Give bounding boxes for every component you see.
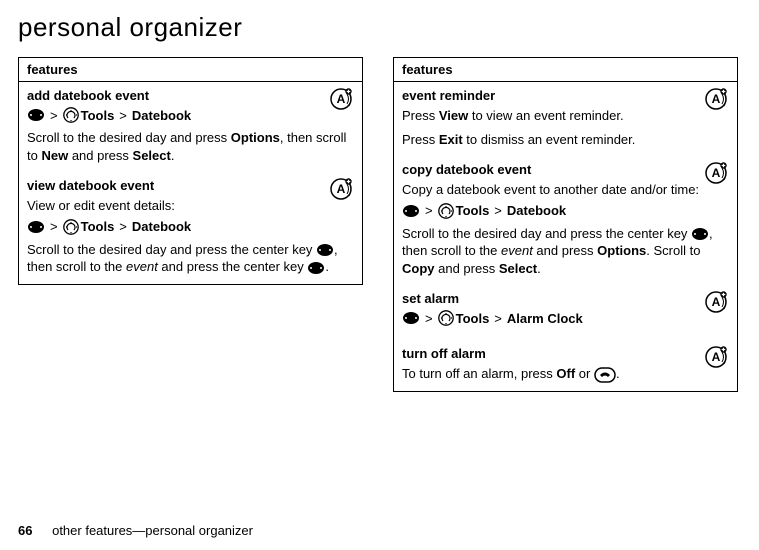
end-key-icon — [594, 367, 616, 383]
path-separator: > — [50, 108, 58, 123]
path-datebook: Datebook — [507, 203, 566, 218]
row-description: Scroll to the desired day and press the … — [402, 225, 729, 278]
features-table-left: features add datebook event > Tools > Da… — [18, 57, 363, 285]
row-event-reminder: event reminder Press View to view an eve… — [394, 82, 738, 157]
center-key-icon — [316, 243, 334, 257]
desc-text: Press — [402, 108, 439, 123]
nav-key-icon — [27, 220, 45, 234]
label-view: View — [439, 108, 468, 123]
footer-text: other features—personal organizer — [52, 523, 253, 538]
row-lead: View or edit event details: — [27, 197, 354, 215]
tools-icon — [438, 203, 454, 219]
path-alarm-clock: Alarm Clock — [507, 311, 583, 326]
desc-text: and press — [533, 243, 597, 258]
path-separator: > — [494, 311, 502, 326]
path-tools: Tools — [456, 311, 490, 326]
desc-text: To turn off an alarm, press — [402, 366, 556, 381]
desc-text: Scroll to the desired day and press the … — [27, 242, 316, 257]
accessibility-icon — [705, 291, 731, 313]
label-select: Select — [499, 261, 537, 276]
content-columns: features add datebook event > Tools > Da… — [18, 57, 741, 392]
path-separator: > — [119, 219, 127, 234]
row-add-datebook-event: add datebook event > Tools > Datebook Sc… — [19, 82, 363, 173]
row-turn-off-alarm: turn off alarm To turn off an alarm, pre… — [394, 340, 738, 391]
desc-text: and press — [68, 148, 132, 163]
tools-icon — [63, 107, 79, 123]
row-set-alarm: set alarm > Tools > Alarm Clock — [394, 285, 738, 340]
row-title: event reminder — [402, 88, 729, 103]
tools-icon — [438, 310, 454, 326]
label-options: Options — [597, 243, 646, 258]
event-word: event — [126, 259, 158, 274]
menu-path: > Tools > Alarm Clock — [402, 310, 729, 326]
accessibility-icon — [330, 178, 356, 200]
row-description: Press View to view an event reminder. — [402, 107, 729, 125]
row-description: Scroll to the desired day and press Opti… — [27, 129, 354, 164]
path-datebook: Datebook — [132, 219, 191, 234]
page-title: personal organizer — [18, 12, 741, 43]
desc-text: Scroll to the desired day and press the … — [402, 226, 691, 241]
row-description: Press Exit to dismiss an event reminder. — [402, 131, 729, 149]
path-separator: > — [425, 203, 433, 218]
desc-text: or — [575, 366, 594, 381]
event-word: event — [501, 243, 533, 258]
row-title: turn off alarm — [402, 346, 729, 361]
menu-path: > Tools > Datebook — [402, 203, 729, 219]
path-datebook: Datebook — [132, 108, 191, 123]
accessibility-icon — [705, 162, 731, 184]
label-exit: Exit — [439, 132, 463, 147]
label-copy: Copy — [402, 261, 435, 276]
desc-text: to dismiss an event reminder. — [463, 132, 636, 147]
row-copy-datebook-event: copy datebook event Copy a datebook even… — [394, 156, 738, 285]
nav-key-icon — [402, 204, 420, 218]
page-footer: 66 other features—personal organizer — [18, 523, 253, 538]
desc-text: Scroll to the desired day and press — [27, 130, 231, 145]
tools-icon — [63, 219, 79, 235]
center-key-icon — [691, 227, 709, 241]
path-tools: Tools — [456, 203, 490, 218]
menu-path: > Tools > Datebook — [27, 107, 354, 123]
row-title: add datebook event — [27, 88, 354, 103]
nav-key-icon — [402, 311, 420, 325]
path-separator: > — [494, 203, 502, 218]
desc-text: . Scroll to — [646, 243, 700, 258]
accessibility-icon — [705, 88, 731, 110]
path-tools: Tools — [81, 219, 115, 234]
desc-text: Press — [402, 132, 439, 147]
row-title: view datebook event — [27, 178, 354, 193]
row-description: To turn off an alarm, press Off or . — [402, 365, 729, 383]
label-new: New — [41, 148, 68, 163]
features-header: features — [19, 58, 363, 82]
page-number: 66 — [18, 523, 32, 538]
features-header: features — [394, 58, 738, 82]
path-separator: > — [119, 108, 127, 123]
accessibility-icon — [330, 88, 356, 110]
path-tools: Tools — [81, 108, 115, 123]
row-title: copy datebook event — [402, 162, 729, 177]
label-select: Select — [133, 148, 171, 163]
nav-key-icon — [27, 108, 45, 122]
desc-text: . — [325, 259, 329, 274]
path-separator: > — [425, 311, 433, 326]
path-separator: > — [50, 219, 58, 234]
desc-text: and press — [435, 261, 499, 276]
features-table-right: features event reminder Press View to vi… — [393, 57, 738, 392]
row-title: set alarm — [402, 291, 729, 306]
left-column: features add datebook event > Tools > Da… — [18, 57, 363, 392]
label-options: Options — [231, 130, 280, 145]
center-key-icon — [307, 261, 325, 275]
menu-path: > Tools > Datebook — [27, 219, 354, 235]
row-lead: Copy a datebook event to another date an… — [402, 181, 729, 199]
row-description: Scroll to the desired day and press the … — [27, 241, 354, 276]
label-off: Off — [556, 366, 575, 381]
desc-text: . — [616, 366, 620, 381]
desc-text: and press the center key — [158, 259, 308, 274]
row-view-datebook-event: view datebook event View or edit event d… — [19, 172, 363, 284]
right-column: features event reminder Press View to vi… — [393, 57, 738, 392]
accessibility-icon — [705, 346, 731, 368]
desc-text: to view an event reminder. — [468, 108, 623, 123]
